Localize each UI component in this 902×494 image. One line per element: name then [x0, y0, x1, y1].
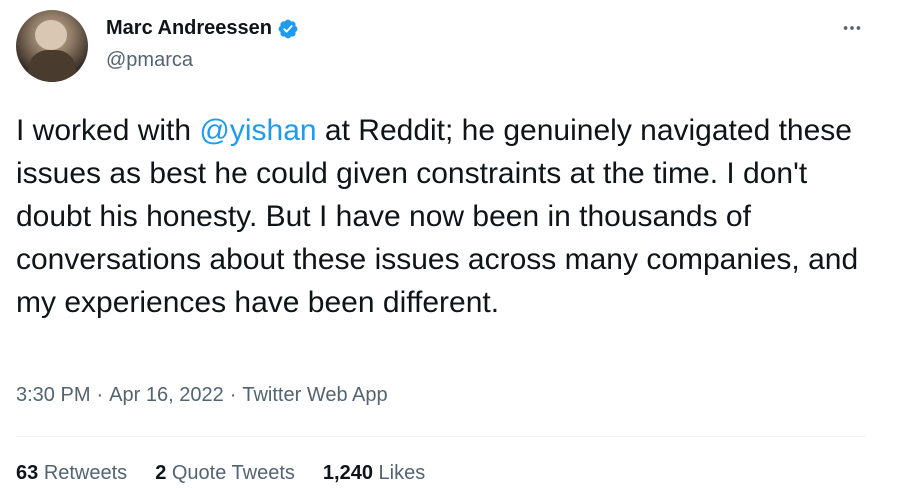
tweet-text: I worked with @yishan at Reddit; he genu… — [16, 109, 866, 324]
mention-link[interactable]: @yishan — [199, 114, 316, 147]
likes-count: 1,240 — [322, 462, 373, 484]
meta-separator: · — [96, 384, 104, 406]
tweet-date[interactable]: Apr 16, 2022 — [109, 384, 224, 407]
likes-stat[interactable]: 1,240 Likes — [323, 462, 425, 485]
quote-tweets-label: Quote Tweets — [171, 462, 295, 484]
more-options-icon[interactable] — [838, 14, 866, 42]
display-name[interactable]: Marc Andreessen — [106, 17, 272, 40]
tweet-source[interactable]: Twitter Web App — [242, 384, 387, 407]
meta-separator: · — [229, 384, 237, 406]
verified-badge-icon — [277, 18, 299, 40]
retweets-stat[interactable]: 63 Retweets — [16, 462, 127, 485]
retweets-label: Retweets — [43, 462, 128, 484]
tweet-time[interactable]: 3:30 PM — [16, 384, 90, 407]
avatar-face — [35, 20, 67, 50]
avatar[interactable] — [16, 10, 88, 82]
avatar-body — [28, 50, 76, 82]
divider — [16, 436, 866, 437]
author-name-row: Marc Andreessen — [106, 17, 299, 40]
quote-tweets-stat[interactable]: 2 Quote Tweets — [155, 462, 295, 485]
retweets-count: 63 — [16, 462, 39, 484]
likes-label: Likes — [378, 462, 426, 484]
tweet-text-before: I worked with — [16, 114, 200, 147]
tweet-meta: 3:30 PM · Apr 16, 2022 · Twitter Web App — [16, 384, 388, 407]
quote-tweets-count: 2 — [155, 462, 167, 484]
tweet-stats: 63 Retweets 2 Quote Tweets 1,240 Likes — [16, 462, 425, 485]
author-handle[interactable]: @pmarca — [106, 49, 193, 72]
